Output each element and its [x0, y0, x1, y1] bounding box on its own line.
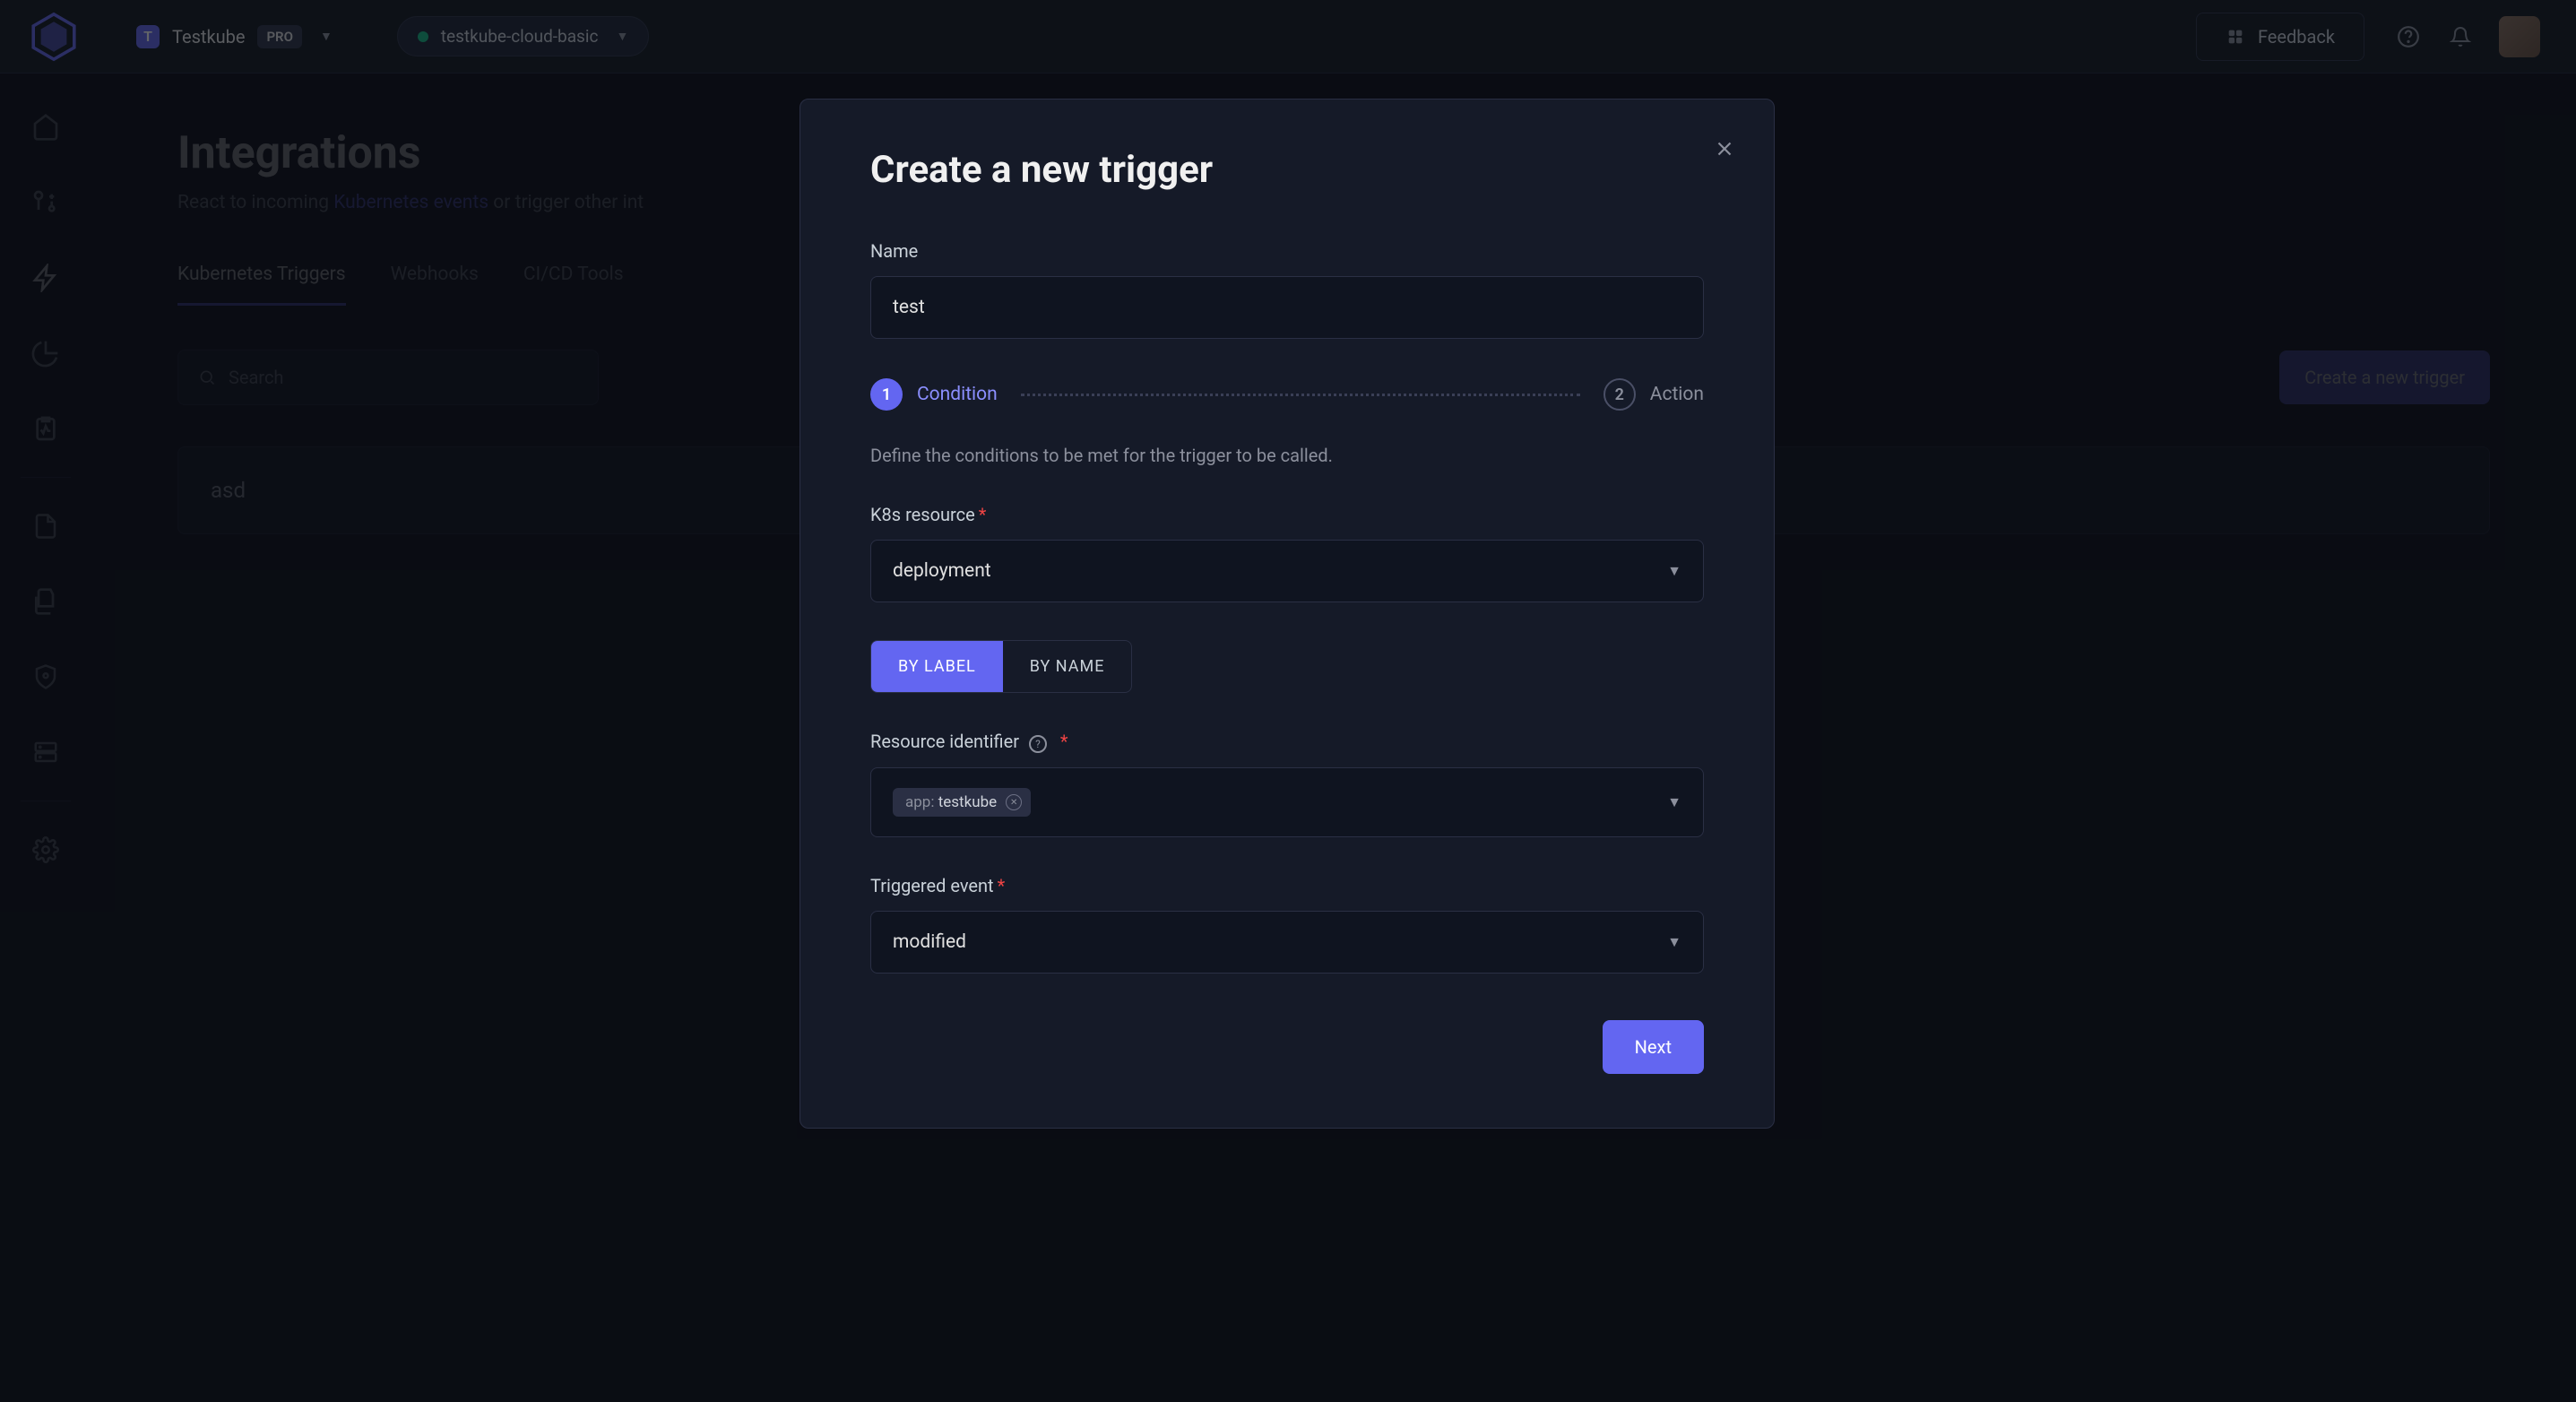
- resource-identifier-input[interactable]: app: testkube ✕ ▼: [870, 767, 1704, 837]
- create-trigger-modal: Create a new trigger Name test 1 Conditi…: [800, 99, 1775, 1129]
- help-button[interactable]: [2390, 18, 2427, 56]
- close-icon: [1713, 137, 1736, 160]
- modal-title: Create a new trigger: [870, 148, 1704, 192]
- chevron-down-icon: ▼: [1667, 562, 1681, 580]
- resource-identifier-label: Resource identifier ? *: [870, 731, 1704, 753]
- condition-help-text: Define the conditions to be met for the …: [870, 445, 1704, 466]
- label-tag: app: testkube ✕: [893, 788, 1031, 817]
- close-button[interactable]: [1713, 137, 1736, 167]
- status-dot-icon: [418, 31, 428, 42]
- k8s-resource-label: K8s resource*: [870, 504, 1704, 525]
- pro-badge: PRO: [257, 25, 302, 48]
- toggle-by-label[interactable]: BY LABEL: [871, 641, 1003, 692]
- name-label: Name: [870, 240, 1704, 262]
- step-action[interactable]: 2 Action: [1604, 378, 1704, 411]
- user-avatar[interactable]: [2499, 16, 2540, 57]
- org-switcher[interactable]: T Testkube PRO ▼: [125, 18, 343, 56]
- triggered-event-label: Triggered event*: [870, 875, 1704, 896]
- step-indicator: 1 Condition 2 Action: [870, 378, 1704, 411]
- testkube-logo[interactable]: [27, 10, 81, 64]
- step-condition[interactable]: 1 Condition: [870, 378, 998, 411]
- triggered-event-select[interactable]: modified ▼: [870, 911, 1704, 974]
- slack-icon: [2226, 27, 2245, 47]
- feedback-label: Feedback: [2258, 26, 2335, 48]
- topbar: T Testkube PRO ▼ testkube-cloud-basic ▼ …: [0, 0, 2576, 74]
- org-avatar: T: [136, 25, 160, 48]
- org-name: Testkube: [172, 26, 245, 48]
- env-switcher[interactable]: testkube-cloud-basic ▼: [397, 16, 650, 56]
- step-divider: [1021, 394, 1580, 396]
- identifier-mode-toggle: BY LABEL BY NAME: [870, 640, 1132, 693]
- name-input[interactable]: test: [870, 276, 1704, 339]
- notifications-button[interactable]: [2442, 18, 2479, 56]
- toggle-by-name[interactable]: BY NAME: [1003, 641, 1132, 692]
- remove-tag-button[interactable]: ✕: [1006, 794, 1022, 810]
- env-name: testkube-cloud-basic: [441, 26, 599, 47]
- bell-icon: [2450, 26, 2471, 48]
- chevron-down-icon: ▼: [320, 29, 333, 44]
- feedback-button[interactable]: Feedback: [2196, 13, 2364, 61]
- chevron-down-icon: ▼: [1667, 933, 1681, 951]
- k8s-resource-select[interactable]: deployment ▼: [870, 540, 1704, 602]
- chevron-down-icon: ▼: [1667, 793, 1681, 811]
- next-button[interactable]: Next: [1603, 1020, 1704, 1074]
- info-icon[interactable]: ?: [1029, 735, 1047, 753]
- chevron-down-icon: ▼: [616, 29, 628, 44]
- help-icon: [2397, 25, 2420, 48]
